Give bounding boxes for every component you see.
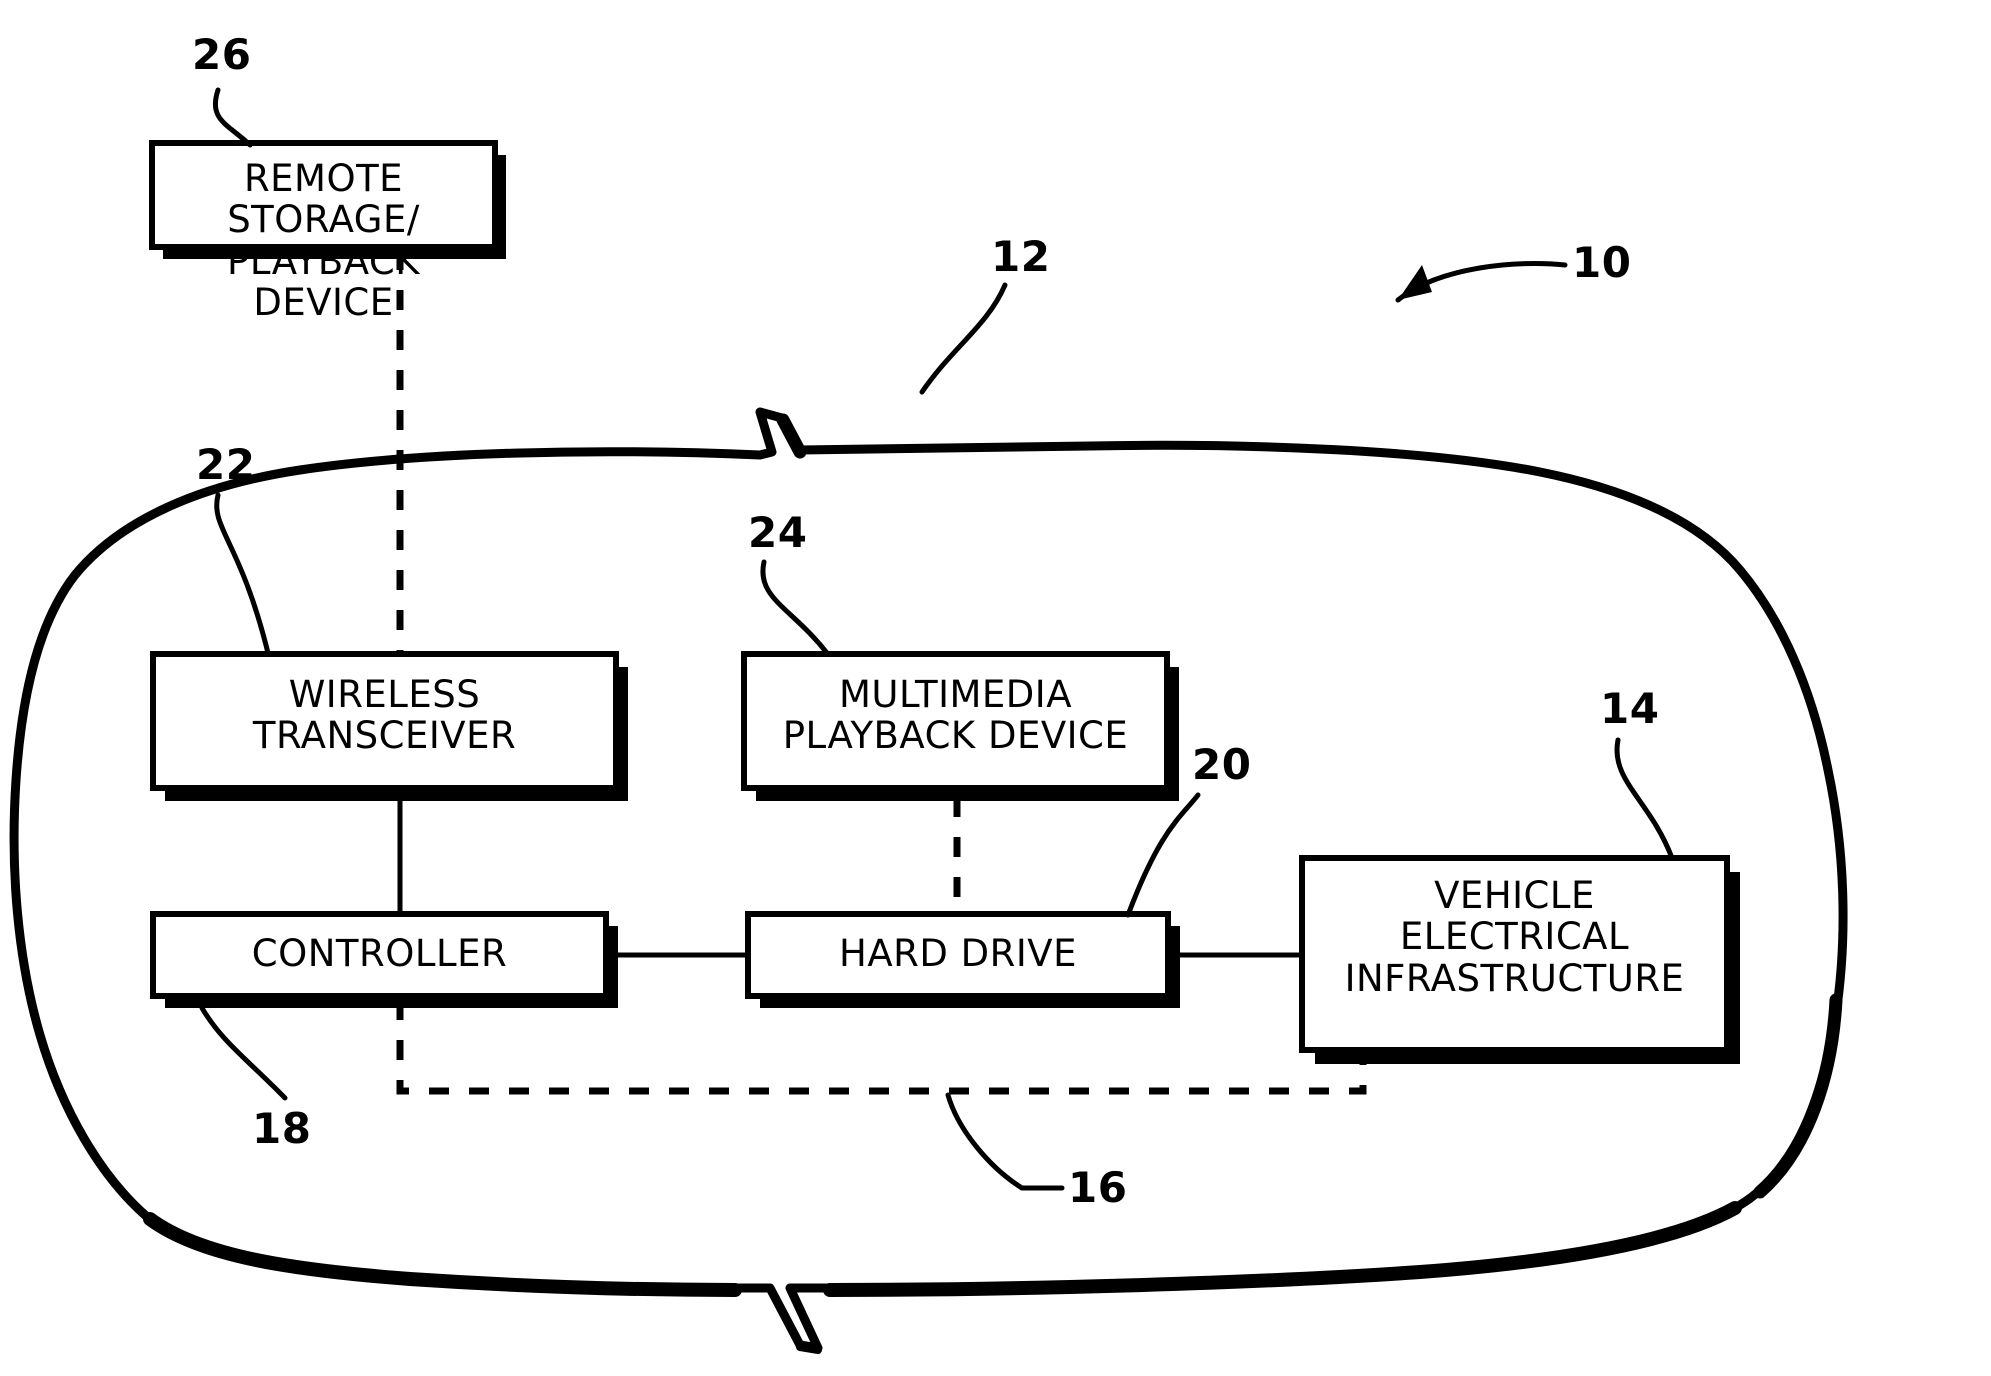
leader-18: [199, 1005, 288, 1101]
ref-numeral-20: 20: [1192, 740, 1252, 789]
controller-box: [150, 911, 609, 999]
ref-numeral-24: 24: [748, 508, 808, 557]
ref-numeral-16: 16: [1068, 1163, 1128, 1212]
arrowhead-10: [1398, 265, 1432, 300]
vehicle-electrical-box: [1299, 855, 1730, 1053]
leader-14: [1614, 737, 1675, 861]
ref-numeral-14: 14: [1600, 684, 1660, 733]
hard-drive-box: [745, 911, 1171, 999]
dashed-controller-bus-vehicle-electrical: [396, 1000, 1367, 1095]
ref-numeral-26: 26: [192, 30, 252, 79]
leader-22: [214, 492, 271, 656]
wireless-transceiver-box: [150, 651, 619, 791]
leader-20: [1125, 792, 1201, 918]
ref-numeral-10: 10: [1572, 238, 1632, 287]
ref-numeral-22: 22: [196, 440, 256, 489]
remote-storage-box: [149, 140, 498, 250]
leader-16: [945, 1092, 1025, 1191]
ref-numeral-12: 12: [991, 232, 1051, 281]
block-boxes: [149, 140, 1740, 1064]
multimedia-playback-box: [741, 651, 1170, 791]
leader-12: [919, 282, 1008, 395]
patent-figure-canvas: REMOTE STORAGE/ PLAYBACK DEVICE WIRELESS…: [0, 0, 1991, 1376]
leader-26: [212, 87, 253, 148]
figure-drawing: [9, 87, 1848, 1354]
ref-numeral-18: 18: [252, 1104, 312, 1153]
leader-24: [760, 559, 830, 656]
